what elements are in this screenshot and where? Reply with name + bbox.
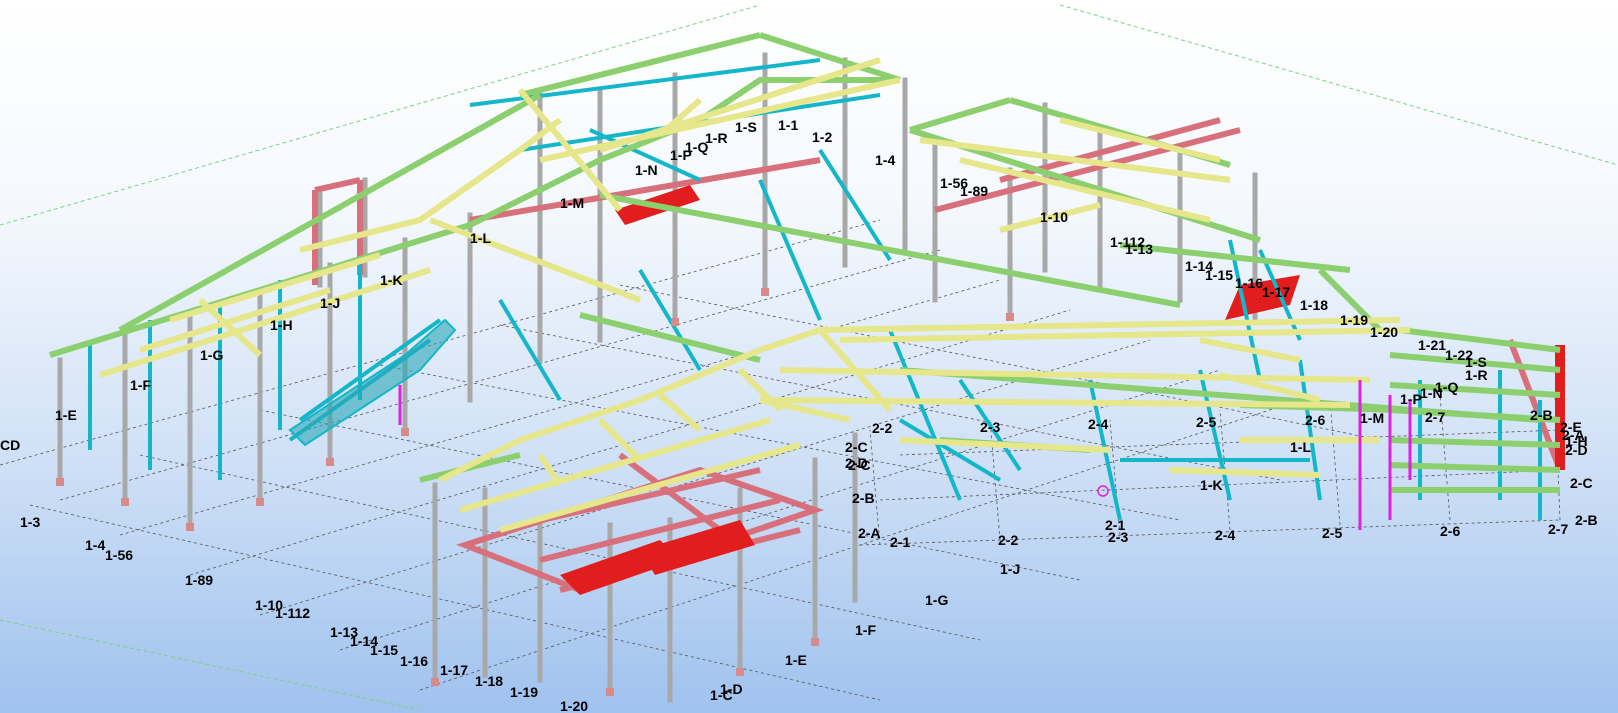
grid-label: 2-B	[852, 490, 875, 506]
grid-label: 1-E	[785, 652, 807, 668]
ground-grid	[0, 219, 1561, 701]
grid-label: 1-1	[778, 117, 798, 133]
grid-label: 1-L	[1290, 439, 1311, 455]
grid-label: 1-M	[560, 195, 584, 211]
grid-label: 2-4	[1215, 527, 1235, 543]
grid-label: 1-19	[1340, 312, 1368, 328]
grid-label: 1-C	[710, 687, 733, 703]
grid-label: 1-L	[470, 230, 491, 246]
grid-label: 1-2	[812, 129, 832, 145]
grid-label: 1-4	[875, 152, 895, 168]
grid-label: 1-G	[925, 592, 948, 608]
grid-label: 1-F	[855, 622, 876, 638]
grid-label: 1-K	[380, 272, 403, 288]
grid-label: 2-B	[1575, 512, 1598, 528]
grid-label: 1-19	[510, 684, 538, 700]
grid-label: 1-H	[270, 317, 293, 333]
grid-label: 1-N	[635, 162, 658, 178]
grid-label: 1-17	[1262, 284, 1290, 300]
grid-label: 1-89	[185, 572, 213, 588]
grid-label: 1-H	[1565, 433, 1588, 449]
grid-label: 1-S	[735, 119, 757, 135]
grid-label: 2-3	[1108, 529, 1128, 545]
grid-label: 1-M	[1360, 410, 1384, 426]
grid-label: 1-10	[1040, 209, 1068, 225]
grid-label: 1-J	[1000, 561, 1020, 577]
grid-label: 1-17	[440, 662, 468, 678]
grid-label: 2-3	[980, 419, 1000, 435]
red-members	[560, 185, 1565, 595]
grid-label: 1-R	[705, 130, 728, 146]
grid-label: 2-C	[845, 439, 868, 455]
grid-label: 1-J	[320, 295, 340, 311]
grid-label: 1-13	[1125, 241, 1153, 257]
stair	[288, 318, 457, 447]
grid-label: 1-K	[1200, 477, 1223, 493]
grid-label: 2-5	[1322, 525, 1342, 541]
grid-label: 1-16	[400, 653, 428, 669]
grid-label: 2-7	[1548, 521, 1568, 537]
grid-label: 1-P	[1400, 391, 1422, 407]
grid-label: 1-20	[560, 698, 588, 713]
grid-label: 1-F	[130, 377, 151, 393]
grid-label: 2-7	[1425, 409, 1445, 425]
marker	[1097, 485, 1109, 497]
structural-model-scene[interactable]: 1-3 1-4 1-56 1-89 1-10 1-112 1-13 1-14 1…	[0, 0, 1618, 713]
grid-label: 1-R	[1465, 367, 1488, 383]
reference-lines	[0, 4, 1618, 711]
grid-label: 1-89	[960, 183, 988, 199]
grid-label: 2-A	[858, 525, 881, 541]
grid-labels-bottom-front: 1-G 1-F 1-E	[785, 592, 948, 668]
3d-model-viewport[interactable]: 1-3 1-4 1-56 1-89 1-10 1-112 1-13 1-14 1…	[0, 0, 1618, 713]
grid-label: 1-15	[1205, 267, 1233, 283]
grid-label: 1-4	[85, 537, 105, 553]
grid-label: 2-1	[890, 534, 910, 550]
grid-label: CD	[0, 437, 20, 453]
grid-label: 1-56	[105, 547, 133, 563]
grid-label: 1-G	[200, 347, 223, 363]
grid-label: 1-3	[20, 514, 40, 530]
grid-label: 1-15	[370, 642, 398, 658]
grid-label: 2-B	[1530, 407, 1553, 423]
grid-label: 2-C	[848, 457, 871, 473]
grid-label: 1-E	[55, 407, 77, 423]
grid-label: 1-21	[1418, 337, 1446, 353]
grid-label: 1-18	[1300, 297, 1328, 313]
grid-labels-left-axis: 1-3 1-4 1-56 1-89 1-10 1-112 1-13 1-14 1…	[0, 437, 588, 713]
grid-labels-floating: 1-1 1-2 1-4 1-56 1-89 1-10 1-112 1-13 1-…	[778, 117, 1598, 577]
grid-label: 1-N	[1420, 385, 1443, 401]
grid-label: 1-20	[1370, 324, 1398, 340]
grid-label: 2-6	[1305, 412, 1325, 428]
grid-label: 1-16	[1235, 275, 1263, 291]
grid-label: 2-C	[1570, 475, 1593, 491]
grid-label: 2-5	[1196, 414, 1216, 430]
grid-label: 1-18	[475, 673, 503, 689]
grid-label: 2-2	[872, 420, 892, 436]
grid-label: 2-4	[1088, 416, 1108, 432]
grid-label: 2-2	[998, 532, 1018, 548]
grid-label: 1-112	[275, 605, 310, 621]
grid-label: 2-6	[1440, 523, 1460, 539]
